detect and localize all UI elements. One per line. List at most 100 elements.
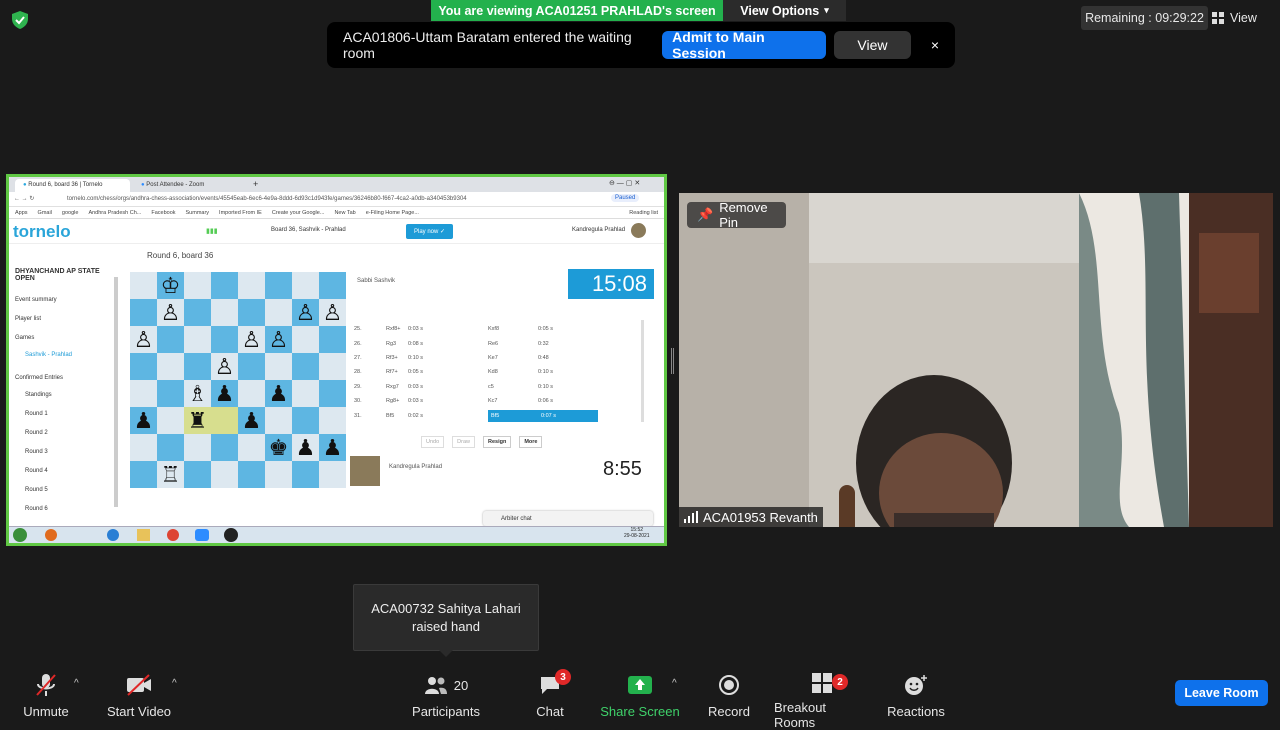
- board-square[interactable]: [319, 326, 346, 353]
- reading-list[interactable]: Reading list: [629, 210, 658, 216]
- sidebar-item-player-list[interactable]: Player list: [15, 316, 41, 322]
- board-square[interactable]: [157, 434, 184, 461]
- view-layout-button[interactable]: View: [1212, 6, 1270, 30]
- sidebar-item-round[interactable]: Round 4: [25, 468, 48, 474]
- chess-piece[interactable]: ♜: [184, 407, 211, 434]
- board-square[interactable]: [292, 272, 319, 299]
- board-square[interactable]: [292, 407, 319, 434]
- chess-piece[interactable]: ♙: [319, 299, 346, 326]
- board-square[interactable]: [130, 299, 157, 326]
- sidebar-item-standings[interactable]: Standings: [25, 392, 52, 398]
- chess-piece[interactable]: ♙: [211, 353, 238, 380]
- board-square[interactable]: [184, 326, 211, 353]
- board-square[interactable]: [184, 353, 211, 380]
- chess-piece[interactable]: ♟: [130, 407, 157, 434]
- chess-piece[interactable]: ♙: [265, 326, 292, 353]
- board-square[interactable]: [157, 326, 184, 353]
- close-icon[interactable]: ×: [931, 37, 939, 53]
- sidebar-item-round[interactable]: Round 5: [25, 487, 48, 493]
- sidebar-item-round[interactable]: Round 2: [25, 430, 48, 436]
- board-square[interactable]: [238, 380, 265, 407]
- move-row[interactable]: 29. Rxg7 0:03 s c5 0:10 s: [354, 380, 642, 394]
- board-square[interactable]: [184, 434, 211, 461]
- board-square[interactable]: [157, 380, 184, 407]
- board-square[interactable]: [211, 434, 238, 461]
- start-video-button[interactable]: Start Video: [104, 672, 174, 720]
- folder-icon[interactable]: [137, 529, 150, 541]
- security-shield-icon[interactable]: [10, 10, 30, 30]
- move-row[interactable]: 27. Rf3+ 0:10 s Ke7 0:48: [354, 351, 642, 365]
- board-square[interactable]: [319, 407, 346, 434]
- move-row[interactable]: 26. Rg3 0:08 s Re6 0:32: [354, 336, 642, 350]
- unmute-button[interactable]: Unmute: [20, 672, 72, 720]
- bookmark[interactable]: Andhra Pradesh Ch...: [88, 210, 141, 216]
- board-square[interactable]: [184, 299, 211, 326]
- board-square[interactable]: [265, 353, 292, 380]
- board-square[interactable]: [265, 299, 292, 326]
- draw-button[interactable]: Draw: [452, 436, 475, 448]
- board-square[interactable]: [130, 272, 157, 299]
- bookmark[interactable]: Summary: [186, 210, 210, 216]
- firefox-icon[interactable]: [45, 529, 57, 541]
- bookmark[interactable]: google: [62, 210, 79, 216]
- sidebar-item-confirmed[interactable]: Confirmed Entries: [15, 375, 63, 381]
- sidebar-item-event-summary[interactable]: Event summary: [15, 297, 57, 303]
- bookmark[interactable]: e-Filing Home Page...: [366, 210, 419, 216]
- leave-room-button[interactable]: Leave Room: [1175, 680, 1268, 706]
- move-scrollbar[interactable]: [641, 320, 644, 422]
- board-square[interactable]: [265, 461, 292, 488]
- tornelo-logo[interactable]: tornelo: [13, 222, 71, 242]
- participants-button[interactable]: 20 Participants: [410, 672, 482, 720]
- breakout-rooms-button[interactable]: Breakout Rooms: [774, 672, 870, 730]
- admit-button[interactable]: Admit to Main Session: [662, 29, 827, 61]
- nav-arrows-icon[interactable]: ← → ↻: [14, 195, 34, 202]
- board-square[interactable]: [238, 299, 265, 326]
- move-row[interactable]: 30. Rg8+ 0:03 s Kc7 0:06 s: [354, 394, 642, 408]
- bookmark[interactable]: New Tab: [334, 210, 355, 216]
- new-tab-icon[interactable]: +: [253, 179, 258, 189]
- board-square[interactable]: [130, 380, 157, 407]
- board-square[interactable]: [211, 272, 238, 299]
- chess-piece[interactable]: ♟: [238, 407, 265, 434]
- board-square[interactable]: [292, 380, 319, 407]
- board-square[interactable]: [265, 407, 292, 434]
- bookmark[interactable]: Gmail: [38, 210, 52, 216]
- chess-piece[interactable]: ♟: [292, 434, 319, 461]
- bookmark[interactable]: Imported From IE: [219, 210, 262, 216]
- url-field[interactable]: tornelo.com/chess/orgs/andhra-chess-asso…: [67, 196, 467, 202]
- board-square[interactable]: [319, 272, 346, 299]
- board-square[interactable]: [319, 461, 346, 488]
- avatar[interactable]: [631, 223, 646, 238]
- board-square[interactable]: [184, 272, 211, 299]
- bookmark[interactable]: Facebook: [151, 210, 175, 216]
- sidebar-item-round[interactable]: Round 6: [25, 506, 48, 512]
- board-square[interactable]: [211, 326, 238, 353]
- play-now-button[interactable]: Play now ✓: [406, 224, 454, 239]
- board-square[interactable]: [238, 272, 265, 299]
- chess-piece[interactable]: ♙: [292, 299, 319, 326]
- sidebar-item-round[interactable]: Round 3: [25, 449, 48, 455]
- chess-piece[interactable]: ♟: [211, 380, 238, 407]
- window-controls-icon[interactable]: ⊖ — ▢ ✕: [609, 179, 640, 187]
- board-square[interactable]: [292, 353, 319, 380]
- arbiter-chat-bar[interactable]: Arbiter chat: [483, 511, 653, 526]
- chess-piece[interactable]: ♙: [157, 299, 184, 326]
- board-square[interactable]: [130, 434, 157, 461]
- more-button[interactable]: More: [519, 436, 543, 448]
- chess-piece[interactable]: ♗: [184, 380, 211, 407]
- board-square[interactable]: [211, 461, 238, 488]
- notification-view-button[interactable]: View: [834, 31, 911, 59]
- chess-piece[interactable]: ♚: [265, 434, 292, 461]
- board-square[interactable]: [319, 380, 346, 407]
- board-square[interactable]: [130, 353, 157, 380]
- board-square[interactable]: [157, 353, 184, 380]
- browser-tab[interactable]: ● Post Attendee - Zoom: [133, 179, 248, 192]
- bookmark[interactable]: Create your Google...: [272, 210, 325, 216]
- board-square[interactable]: [211, 407, 238, 434]
- view-options-button[interactable]: View Options ▾: [723, 0, 846, 21]
- zoom-icon[interactable]: [195, 529, 209, 541]
- paused-badge[interactable]: Paused: [611, 194, 640, 202]
- move-row[interactable]: 25. Rxf8+ 0:03 s Kxf8 0:05 s: [354, 322, 642, 336]
- bookmark[interactable]: Apps: [15, 210, 28, 216]
- chess-piece[interactable]: ♔: [157, 272, 184, 299]
